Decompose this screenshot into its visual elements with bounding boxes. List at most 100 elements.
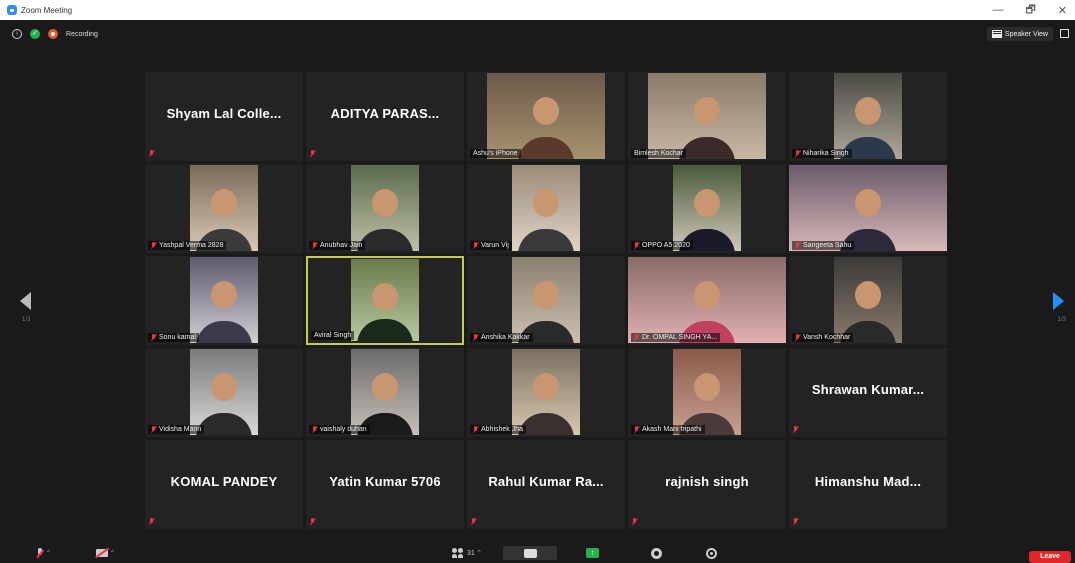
chevron-up-icon[interactable]: ^ bbox=[111, 550, 114, 556]
shield-icon[interactable]: ✓ bbox=[30, 29, 40, 39]
speaker-view-label: Speaker View bbox=[1004, 30, 1048, 38]
chevron-up-icon[interactable]: ^ bbox=[478, 550, 481, 556]
reactions-button[interactable] bbox=[706, 546, 717, 560]
participant-tile[interactable]: Vidisha Mann bbox=[145, 348, 303, 437]
participant-tile[interactable]: Niharika Singh bbox=[789, 72, 947, 161]
participants-button[interactable]: 31 ^ bbox=[452, 546, 481, 560]
maximize-button[interactable]: 🗗 bbox=[1025, 1, 1035, 20]
participant-tile[interactable]: Shyam Lal Colle... bbox=[145, 72, 303, 161]
participant-tile[interactable]: Shrawan Kumar... bbox=[789, 348, 947, 437]
participant-tile[interactable]: rajnish singh bbox=[628, 440, 786, 529]
participant-tile[interactable]: Yashpal Verma 2828 bbox=[145, 164, 303, 253]
leave-button[interactable]: Leave bbox=[1029, 551, 1071, 563]
mic-muted-icon bbox=[795, 334, 801, 341]
participant-name-label: Ashu's iPhone bbox=[470, 149, 521, 158]
participant-tile[interactable]: Bimlesh Kochar bbox=[628, 72, 786, 161]
participant-name-label: Anshika Kakkar bbox=[470, 333, 533, 342]
mute-button[interactable]: ^ bbox=[36, 546, 50, 560]
close-button[interactable]: ✕ bbox=[1058, 4, 1067, 17]
participant-video bbox=[648, 73, 766, 159]
participant-face bbox=[372, 189, 398, 217]
participant-body bbox=[679, 137, 735, 159]
record-button[interactable] bbox=[651, 546, 662, 560]
participant-tile[interactable]: Dr. OMPAL SINGH YA... bbox=[628, 256, 786, 345]
share-screen-button[interactable]: ↑ bbox=[586, 546, 599, 560]
participant-tile[interactable]: Varun Vij bbox=[467, 164, 625, 253]
mic-muted-icon bbox=[36, 547, 44, 559]
participant-name-label: Bimlesh Kochar bbox=[631, 149, 687, 158]
participant-name: rajnish singh bbox=[665, 474, 749, 489]
next-page-arrow-icon[interactable] bbox=[1053, 292, 1064, 310]
participant-name-label: Aviral Singh bbox=[311, 331, 355, 340]
participant-name: Sonu kamal bbox=[159, 334, 196, 341]
participant-name: Vidisha Mann bbox=[159, 426, 202, 433]
mic-muted-icon bbox=[795, 242, 801, 249]
participant-tile[interactable]: KOMAL PANDEY bbox=[145, 440, 303, 529]
participant-name: Akash Mani tripathi bbox=[642, 426, 702, 433]
participant-face bbox=[372, 283, 398, 311]
participant-tile[interactable]: Sangeeta Sahu bbox=[789, 164, 947, 253]
mic-muted-icon bbox=[473, 426, 479, 433]
participant-tile[interactable]: Anshika Kakkar bbox=[467, 256, 625, 345]
participant-tile[interactable]: Aviral Singh bbox=[306, 256, 464, 345]
participant-tile[interactable]: Ashu's iPhone bbox=[467, 72, 625, 161]
mic-muted-icon bbox=[471, 518, 477, 525]
video-off-icon bbox=[96, 549, 108, 557]
participant-face bbox=[694, 189, 720, 217]
minimize-button[interactable]: — bbox=[992, 4, 1003, 16]
participant-name-label: Sangeeta Sahu bbox=[792, 241, 855, 250]
chat-button[interactable] bbox=[503, 546, 557, 560]
start-video-button[interactable]: ^ bbox=[96, 546, 114, 560]
participant-tile[interactable]: Yatin Kumar 5706 bbox=[306, 440, 464, 529]
participant-face bbox=[533, 281, 559, 309]
participant-tile[interactable]: Vansh Kochhar bbox=[789, 256, 947, 345]
participant-body bbox=[196, 413, 252, 435]
participant-name-label: Sonu kamal bbox=[148, 333, 199, 342]
info-icon[interactable]: i bbox=[12, 29, 22, 39]
participant-body bbox=[518, 137, 574, 159]
participant-face bbox=[372, 373, 398, 401]
mic-muted-icon bbox=[149, 518, 155, 525]
share-screen-icon: ↑ bbox=[586, 548, 599, 558]
fullscreen-icon[interactable] bbox=[1060, 29, 1069, 38]
participant-tile[interactable]: vaishaly duhan bbox=[306, 348, 464, 437]
previous-page-arrow-icon[interactable] bbox=[20, 292, 31, 310]
participant-video bbox=[834, 257, 902, 343]
chevron-up-icon[interactable]: ^ bbox=[47, 550, 50, 556]
participant-video bbox=[673, 165, 741, 251]
participant-tile[interactable]: Rahul Kumar Ra... bbox=[467, 440, 625, 529]
window-title: Zoom Meeting bbox=[21, 5, 73, 15]
participant-tile[interactable]: Abhishek Jha bbox=[467, 348, 625, 437]
mic-muted-icon bbox=[473, 334, 479, 341]
participant-face bbox=[694, 373, 720, 401]
participant-tile[interactable]: Himanshu Mad... bbox=[789, 440, 947, 529]
participant-name: Shrawan Kumar... bbox=[811, 382, 925, 397]
participant-name: Aviral Singh bbox=[314, 332, 352, 339]
speaker-view-button[interactable]: Speaker View bbox=[986, 27, 1053, 41]
participant-name-label: OPPO A5 2020 bbox=[631, 241, 693, 250]
mic-muted-icon bbox=[473, 242, 479, 249]
participant-name-label: vaishaly duhan bbox=[309, 425, 370, 434]
mic-muted-icon bbox=[151, 334, 157, 341]
meeting-status-bar: i ✓ Recording bbox=[12, 29, 98, 39]
participant-video bbox=[190, 257, 258, 343]
participant-name: Himanshu Mad... bbox=[814, 474, 922, 489]
participant-tile[interactable]: ADITYA PARAS... bbox=[306, 72, 464, 161]
participant-tile[interactable]: Sonu kamal bbox=[145, 256, 303, 345]
participant-name-label: Abhishek Jha bbox=[470, 425, 527, 434]
participant-face bbox=[211, 189, 237, 217]
participant-name-label: Varun Vij bbox=[470, 241, 512, 250]
participant-name: OPPO A5 2020 bbox=[642, 242, 690, 249]
chat-button-background bbox=[503, 546, 557, 560]
mic-muted-icon bbox=[634, 242, 640, 249]
participant-video bbox=[834, 73, 902, 159]
participant-tile[interactable]: Akash Mani tripathi bbox=[628, 348, 786, 437]
participant-video bbox=[190, 349, 258, 435]
participant-video bbox=[351, 259, 419, 341]
participant-name: ADITYA PARAS... bbox=[330, 106, 440, 121]
participant-tile[interactable]: OPPO A5 2020 bbox=[628, 164, 786, 253]
participant-tile[interactable]: Anubhav Jain bbox=[306, 164, 464, 253]
record-icon bbox=[651, 547, 662, 559]
participant-face bbox=[211, 373, 237, 401]
participants-count: 31 bbox=[467, 549, 475, 557]
